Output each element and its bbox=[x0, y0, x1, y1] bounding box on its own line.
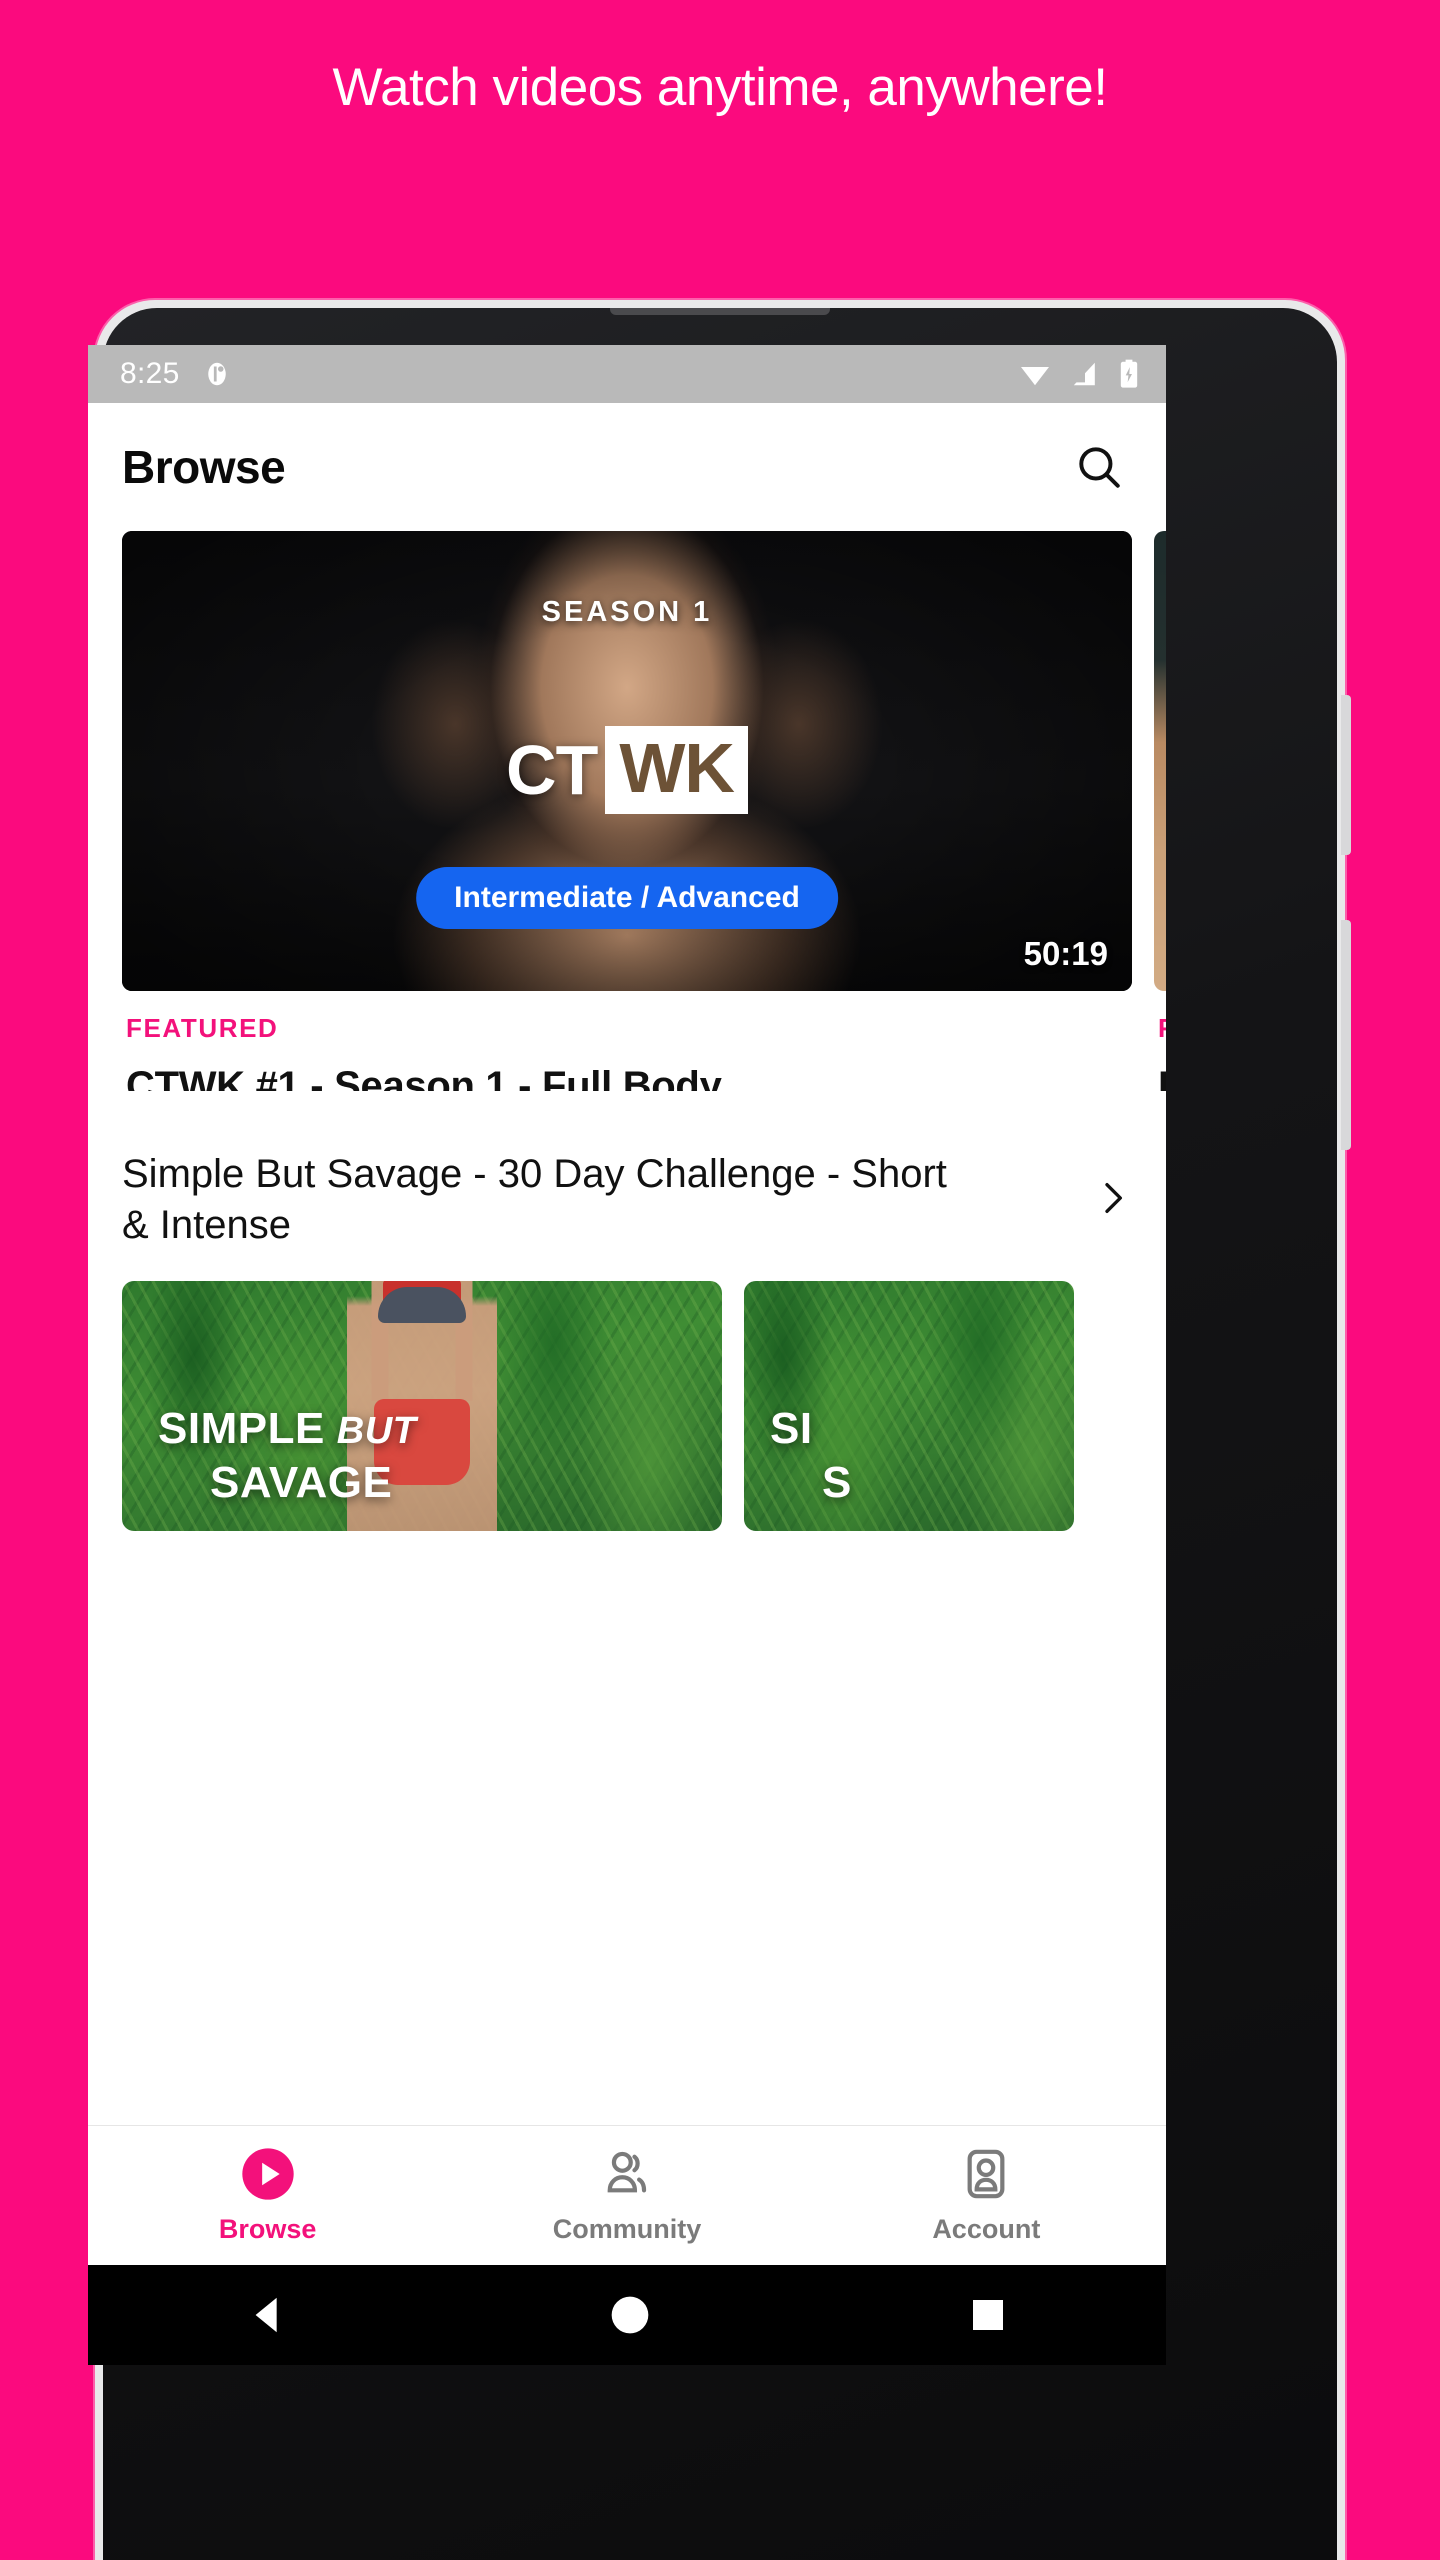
nav-label-community: Community bbox=[552, 2214, 702, 2244]
featured-card[interactable]: SEASON 1 CT WK Intermediate / Advanced 5… bbox=[122, 531, 1132, 1091]
hero-logo: CT WK bbox=[122, 726, 1132, 814]
nav-label-browse: Browse bbox=[218, 2214, 317, 2244]
bottom-navigation: Browse Community Account bbox=[88, 2125, 1166, 2265]
section-chevron-button[interactable] bbox=[1072, 1178, 1132, 1223]
volume-button[interactable] bbox=[1341, 695, 1351, 855]
status-notifications bbox=[202, 359, 232, 389]
status-right-icons bbox=[1018, 359, 1140, 389]
wifi-icon bbox=[1021, 367, 1049, 386]
thumbnail-overlay-text: SIMPLE BUT SAVAGE bbox=[158, 1403, 417, 1510]
nav-item-browse[interactable]: Browse bbox=[88, 2146, 447, 2245]
status-bar: 8:25 bbox=[88, 345, 1166, 403]
hero-season-label: SEASON 1 bbox=[541, 596, 713, 628]
nav-item-account[interactable]: Account bbox=[807, 2146, 1166, 2245]
thumbnail-line1-text: SIMPLE bbox=[158, 1403, 325, 1453]
duration-label: 50:19 bbox=[1023, 935, 1108, 972]
android-system-nav bbox=[88, 2265, 1166, 2365]
nav-label-account: Account bbox=[932, 2214, 1041, 2244]
search-icon bbox=[1079, 447, 1120, 488]
person-card-icon bbox=[967, 2149, 1005, 2199]
cellular-signal-icon bbox=[1073, 362, 1095, 386]
people-icon bbox=[607, 2151, 647, 2193]
athlete-cap bbox=[378, 1287, 466, 1324]
level-badge: Intermediate / Advanced bbox=[416, 867, 838, 929]
battery-charging-icon bbox=[1120, 359, 1138, 388]
thumbnail-strip[interactable]: SIMPLE BUT SAVAGE SI S bbox=[88, 1251, 1166, 1532]
phone-screen: 8:25 Browse SEASON 1 CT WK Intermediate … bbox=[88, 345, 1166, 2265]
section-title: Simple But Savage - 30 Day Challenge - S… bbox=[122, 1152, 947, 1248]
featured-title-next: R bbox=[1158, 1064, 1166, 1091]
featured-thumbnail-next[interactable] bbox=[1154, 531, 1166, 991]
page-title: Browse bbox=[122, 441, 286, 493]
featured-card-next[interactable]: F R b bbox=[1154, 531, 1166, 1091]
status-time: 8:25 bbox=[120, 357, 180, 390]
featured-meta-next: F R b bbox=[1154, 991, 1166, 1091]
marketing-headline: Watch videos anytime, anywhere! bbox=[332, 58, 1108, 117]
section-header[interactable]: Simple But Savage - 30 Day Challenge - S… bbox=[88, 1091, 1166, 1251]
thumbnail-line2-next: S bbox=[822, 1457, 852, 1507]
phone-top-notch bbox=[610, 308, 830, 315]
featured-kicker: FEATURED bbox=[126, 1013, 279, 1043]
power-button[interactable] bbox=[1341, 920, 1351, 1150]
notification-badge-icon bbox=[207, 362, 226, 386]
featured-carousel[interactable]: SEASON 1 CT WK Intermediate / Advanced 5… bbox=[88, 531, 1166, 1091]
app-header: Browse bbox=[88, 403, 1166, 531]
android-home-icon[interactable] bbox=[608, 2293, 652, 2337]
search-button[interactable] bbox=[1066, 434, 1132, 500]
hero-logo-primary: CT bbox=[506, 731, 598, 809]
featured-meta: FEATURED CTWK #1 - Season 1 - Full Body … bbox=[122, 991, 1132, 1091]
thumbnail-line1: SIMPLE BUT bbox=[158, 1403, 417, 1453]
chevron-right-icon bbox=[1105, 1182, 1122, 1213]
thumbnail-card-next[interactable]: SI S bbox=[744, 1281, 1074, 1532]
android-back-icon[interactable] bbox=[246, 2292, 292, 2338]
nav-item-community[interactable]: Community bbox=[447, 2146, 806, 2245]
android-recents-icon[interactable] bbox=[968, 2295, 1008, 2335]
thumbnail-line2: SAVAGE bbox=[210, 1457, 393, 1507]
hero-logo-boxed: WK bbox=[605, 726, 748, 814]
featured-kicker-next: F bbox=[1158, 1013, 1166, 1044]
thumbnail-overlay-text-next: SI S bbox=[770, 1403, 852, 1510]
thumbnail-card[interactable]: SIMPLE BUT SAVAGE bbox=[122, 1281, 722, 1532]
play-circle-icon bbox=[241, 2148, 294, 2200]
thumbnail-accent-text: BUT bbox=[336, 1409, 417, 1452]
featured-thumbnail[interactable]: SEASON 1 CT WK Intermediate / Advanced 5… bbox=[122, 531, 1132, 991]
featured-title: CTWK #1 - Season 1 - Full Body bbox=[126, 1064, 722, 1091]
thumbnail-line1-next: SI bbox=[770, 1403, 813, 1453]
